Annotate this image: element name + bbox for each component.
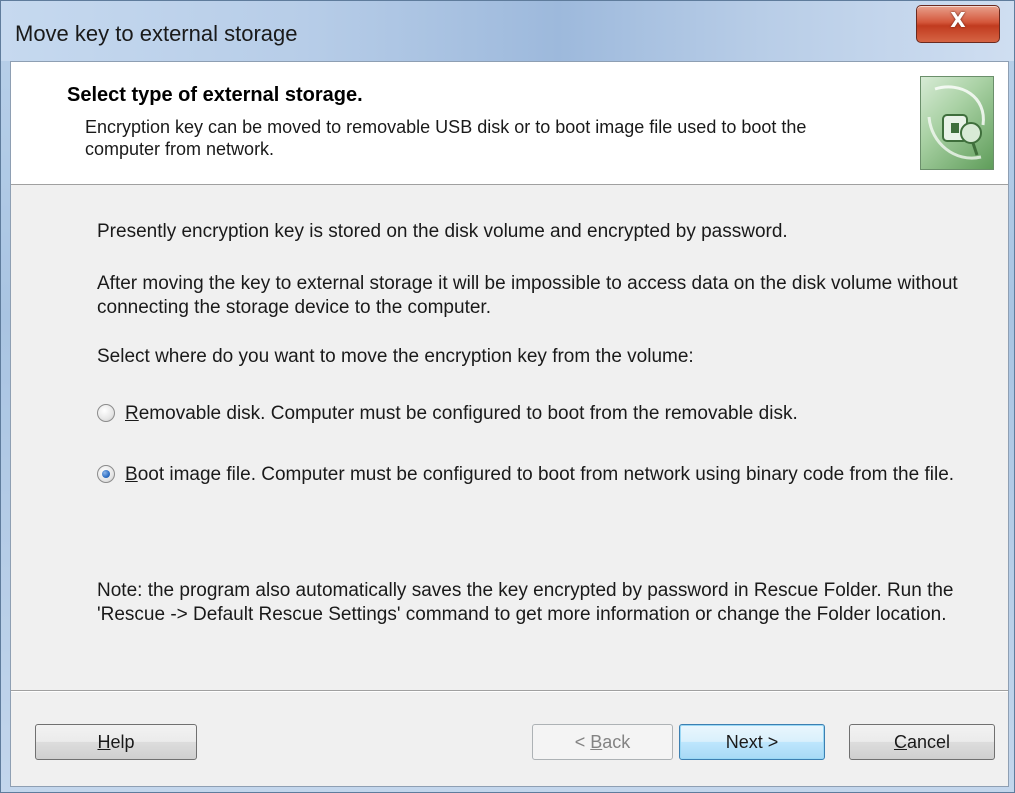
boot-image-file-label[interactable]: Boot image file. Computer must be config… xyxy=(125,463,965,487)
rescue-folder-note: Note: the program also automatically sav… xyxy=(97,580,954,625)
option-removable-disk[interactable]: Removable disk. Computer must be configu… xyxy=(97,402,977,428)
page-title: Select type of external storage. xyxy=(67,84,363,106)
key-drive-icon xyxy=(920,76,994,170)
window-title: Move key to external storage xyxy=(15,21,298,46)
back-button[interactable]: < Back xyxy=(532,724,673,760)
removable-disk-radio[interactable] xyxy=(97,404,115,422)
boot-image-file-radio[interactable] xyxy=(97,465,115,483)
info-current-key-location: Presently encryption key is stored on th… xyxy=(97,221,788,242)
wizard-header: Select type of external storage. Encrypt… xyxy=(11,62,1008,185)
dialog-client-area: Select type of external storage. Encrypt… xyxy=(10,61,1009,787)
radio-selected-dot xyxy=(102,470,110,478)
next-button[interactable]: Next > xyxy=(679,724,825,760)
close-icon: X xyxy=(950,8,966,32)
help-button[interactable]: Help xyxy=(35,724,197,760)
title-bar[interactable]: Move key to external storage X xyxy=(1,1,1014,61)
footer-separator xyxy=(11,690,1008,692)
close-button[interactable]: X xyxy=(916,5,1000,43)
removable-disk-label[interactable]: Removable disk. Computer must be configu… xyxy=(125,402,965,426)
cancel-button[interactable]: Cancel xyxy=(849,724,995,760)
option-boot-image-file[interactable]: Boot image file. Computer must be config… xyxy=(97,463,977,513)
select-prompt: Select where do you want to move the enc… xyxy=(97,346,694,367)
info-after-move-warning: After moving the key to external storage… xyxy=(97,273,958,318)
dialog-window: Move key to external storage X Select ty… xyxy=(0,0,1015,793)
page-description: Encryption key can be moved to removable… xyxy=(85,117,807,159)
